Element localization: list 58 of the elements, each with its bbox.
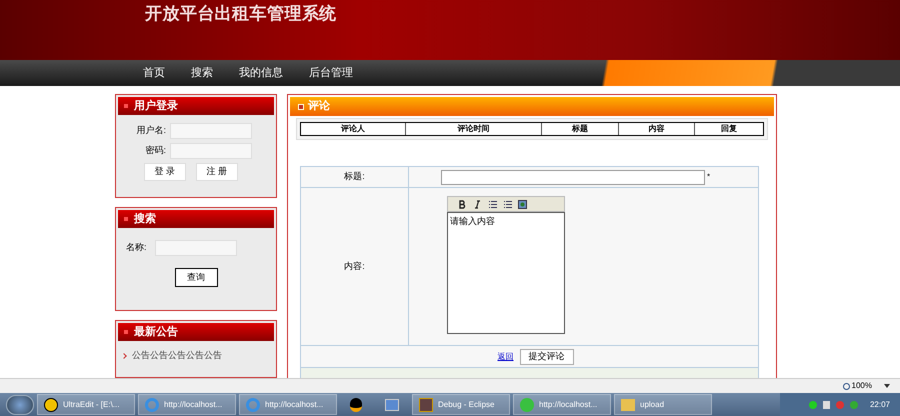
column-header: 内容 — [618, 123, 694, 135]
italic-icon[interactable] — [473, 200, 482, 208]
bullet-icon — [124, 330, 128, 334]
clock: 22:07 — [870, 398, 890, 410]
panel-title: 评论 — [308, 98, 330, 114]
browser-icon — [520, 398, 534, 412]
notice-link[interactable]: 公告公告公告公告公告 — [132, 349, 222, 362]
taskbar-label: upload — [640, 398, 664, 410]
bullet-icon — [124, 104, 128, 108]
submit-button[interactable]: 提交评论 — [520, 348, 574, 364]
form-button[interactable]: 登 录 — [144, 163, 186, 181]
input-field[interactable] — [154, 240, 237, 256]
content-editor[interactable]: 请输入内容 — [447, 212, 565, 334]
zoom-level: 100% — [852, 380, 872, 392]
nav-link[interactable]: 后台管理 — [308, 64, 354, 82]
field-label: 密码: — [144, 144, 167, 158]
monitor-icon[interactable] — [385, 398, 399, 410]
site-title: 开放平台出租车管理系统 — [145, 3, 337, 26]
panel-title: 最新公告 — [134, 324, 178, 340]
taskbar-label: UltraEdit - [E:\... — [63, 398, 120, 410]
bullet-icon — [298, 104, 304, 110]
column-header: 回复 — [694, 123, 763, 135]
panel-title: 搜索 — [134, 212, 156, 227]
folder-icon — [621, 398, 635, 410]
panel-title: 用户登录 — [134, 98, 178, 114]
column-header: 标题 — [541, 123, 618, 135]
start-button[interactable] — [6, 394, 34, 414]
nav-link[interactable]: 首页 — [142, 64, 166, 82]
field-label: 标题: — [301, 167, 409, 187]
taskbar-label: Debug - Eclipse — [438, 398, 494, 410]
image-icon[interactable] — [518, 200, 527, 208]
chevron-icon — [121, 352, 127, 359]
title-input[interactable] — [441, 170, 705, 184]
bold-icon[interactable] — [458, 200, 467, 208]
list-icon[interactable] — [488, 200, 497, 208]
form-button[interactable]: 注 册 — [196, 163, 238, 181]
penguin-icon[interactable] — [350, 398, 362, 412]
taskbar-label: http://localhost... — [539, 398, 598, 410]
list-icon[interactable] — [503, 200, 512, 208]
field-label: 内容: — [301, 188, 409, 345]
browser-icon — [145, 398, 159, 412]
column-header: 评论时间 — [405, 123, 541, 135]
search-button[interactable]: 查询 — [174, 268, 218, 287]
bullet-icon — [124, 217, 128, 221]
field-label: 名称: — [126, 241, 147, 254]
nav-link[interactable]: 搜索 — [190, 64, 214, 82]
taskbar-label: http://localhost... — [265, 398, 324, 410]
column-header: 评论人 — [340, 123, 366, 135]
browser-icon — [246, 398, 260, 412]
field-label: 用户名: — [135, 124, 167, 138]
required-mark: * — [707, 171, 710, 183]
back-link[interactable]: 返回 — [498, 350, 514, 362]
dropdown-icon[interactable] — [884, 384, 890, 388]
input-field[interactable] — [170, 143, 252, 159]
input-field[interactable] — [170, 123, 252, 139]
nav-link[interactable]: 我的信息 — [238, 64, 284, 82]
zoom-icon — [842, 382, 850, 390]
taskbar-label: http://localhost... — [164, 398, 222, 410]
